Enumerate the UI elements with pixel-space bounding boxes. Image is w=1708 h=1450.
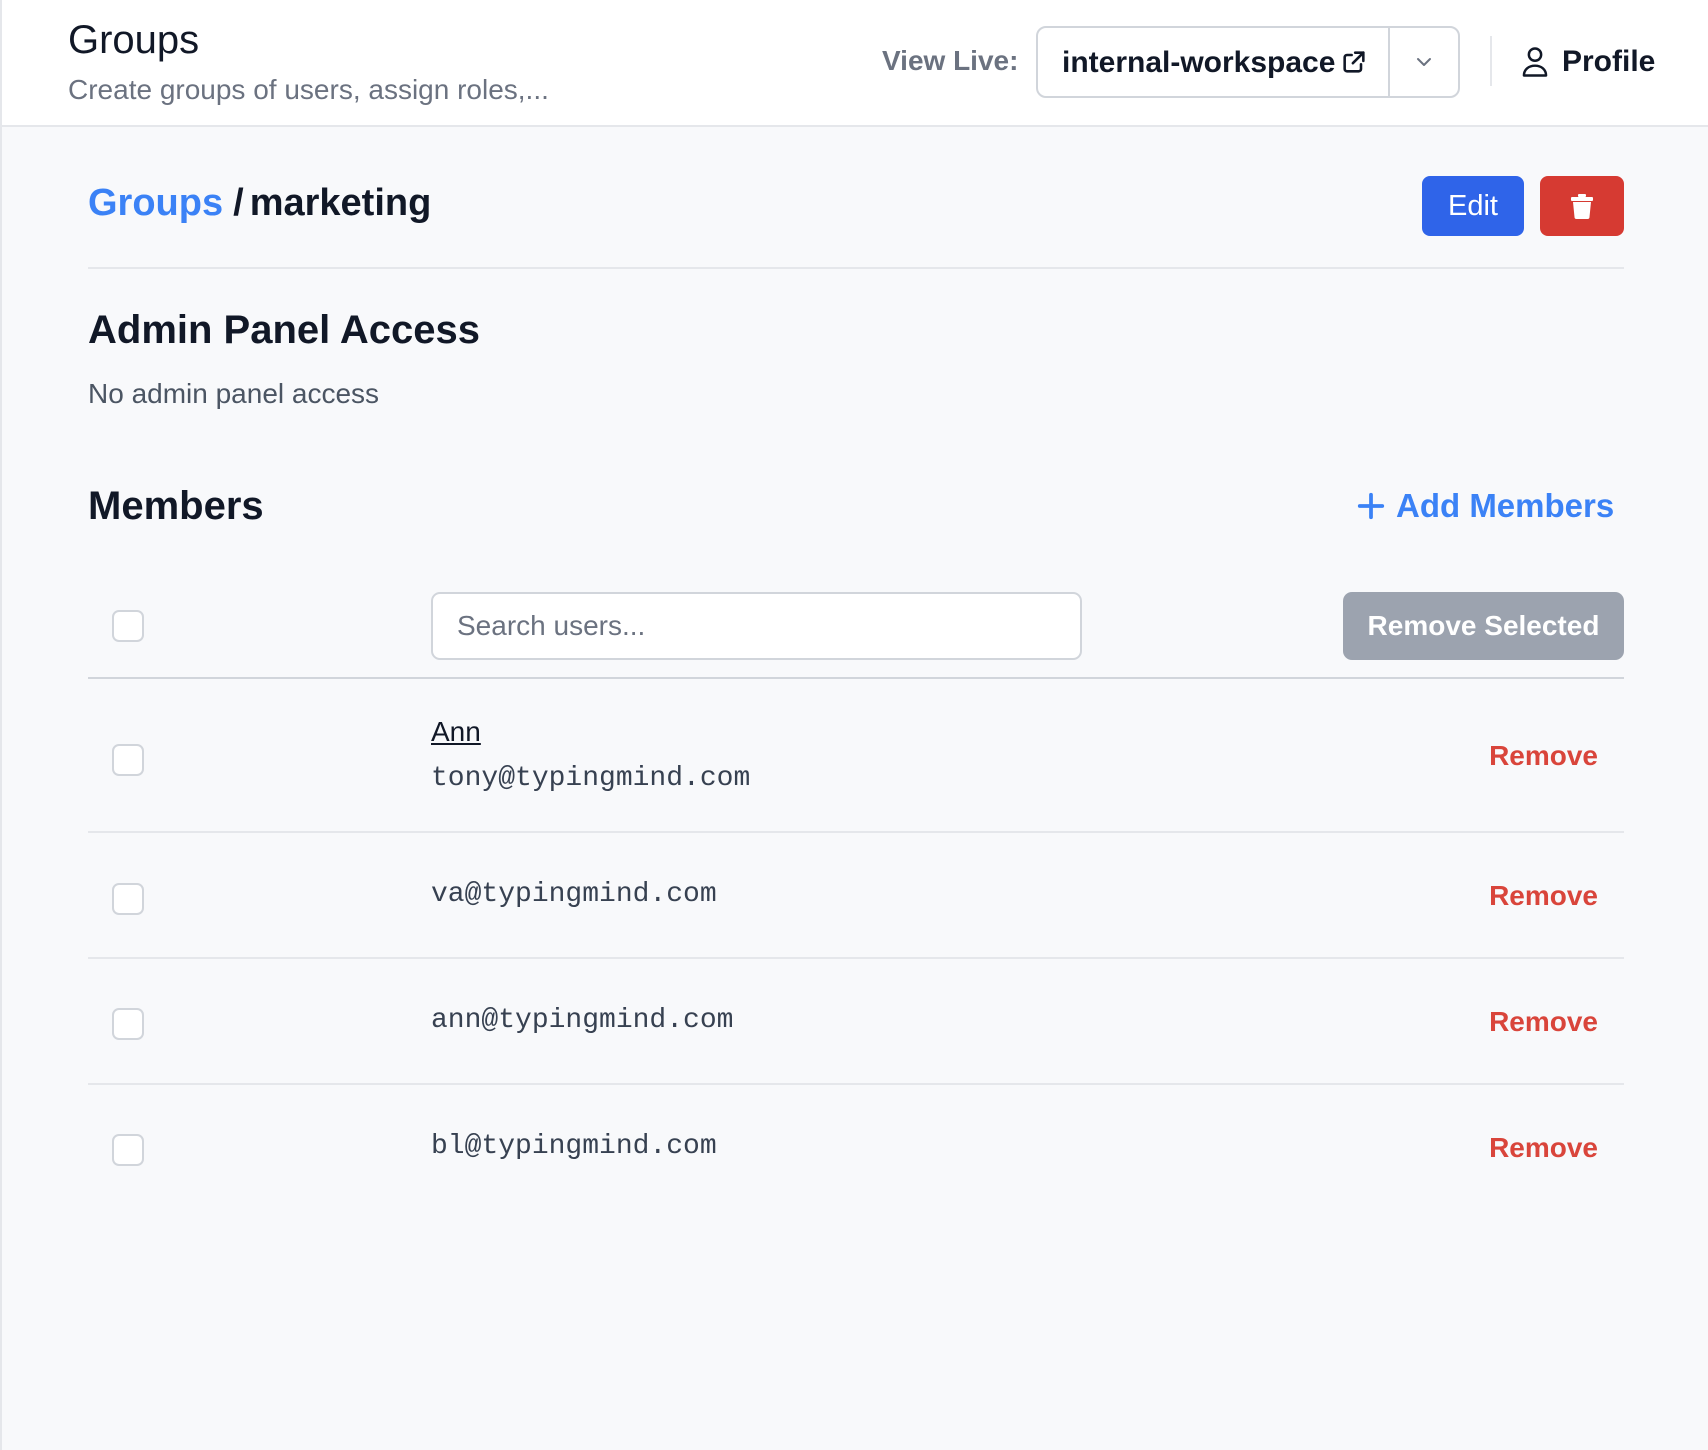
member-email: ann@typingmind.com	[431, 1005, 734, 1036]
profile-button[interactable]: Profile	[1520, 42, 1655, 82]
member-email: va@typingmind.com	[431, 879, 717, 910]
select-all-checkbox[interactable]	[112, 610, 144, 642]
member-email: bl@typingmind.com	[431, 1131, 717, 1162]
add-members-label: Add Members	[1396, 487, 1615, 524]
trash-icon	[1571, 194, 1593, 219]
section-divider	[88, 267, 1624, 269]
remove-member-button[interactable]: Remove	[1480, 880, 1598, 912]
breadcrumb-groups-link[interactable]: Groups	[88, 182, 223, 224]
app: Groups Create groups of users, assign ro…	[0, 0, 1708, 1450]
delete-button[interactable]	[1540, 176, 1624, 236]
row-checkbox[interactable]	[112, 883, 144, 915]
row-checkbox[interactable]	[112, 744, 144, 776]
member-name-link[interactable]: Ann	[431, 716, 481, 748]
profile-label: Profile	[1562, 45, 1656, 78]
breadcrumb-current: marketing	[249, 182, 432, 224]
member-email: tony@typingmind.com	[431, 763, 751, 794]
page-subtitle: Create groups of users, assign roles,...	[68, 74, 549, 105]
workspace-link[interactable]: internal-workspace	[1062, 46, 1335, 80]
view-live-label: View Live:	[882, 45, 1019, 76]
external-link-icon[interactable]	[1340, 48, 1368, 76]
breadcrumb-separator: /	[233, 182, 244, 224]
admin-panel-title: Admin Panel Access	[88, 308, 481, 352]
add-members-button[interactable]: Add Members	[1356, 486, 1614, 526]
page-title: Groups	[68, 18, 200, 62]
row-divider	[88, 831, 1624, 833]
workspace-dropdown-button[interactable]	[1390, 28, 1458, 96]
remove-selected-button[interactable]: Remove Selected	[1343, 592, 1624, 660]
admin-panel-text: No admin panel access	[88, 378, 380, 409]
workspace-selector: internal-workspace	[1036, 26, 1460, 98]
chevron-down-icon	[1417, 58, 1431, 66]
row-divider	[88, 957, 1624, 959]
header-divider	[1490, 36, 1492, 86]
remove-member-button[interactable]: Remove	[1480, 1132, 1598, 1164]
row-divider	[88, 1083, 1624, 1085]
user-icon	[1522, 47, 1548, 77]
remove-member-button[interactable]: Remove	[1480, 740, 1598, 772]
breadcrumb: Groups / marketing	[88, 182, 431, 225]
row-checkbox[interactable]	[112, 1008, 144, 1040]
table-header-divider	[88, 677, 1624, 679]
remove-member-button[interactable]: Remove	[1480, 1006, 1598, 1038]
search-users-input[interactable]	[431, 592, 1082, 660]
top-header: Groups Create groups of users, assign ro…	[2, 0, 1708, 127]
members-title: Members	[88, 484, 264, 528]
left-border	[0, 0, 2, 1450]
edit-button[interactable]: Edit	[1422, 176, 1524, 236]
plus-icon	[1357, 492, 1385, 520]
row-checkbox[interactable]	[112, 1134, 144, 1166]
